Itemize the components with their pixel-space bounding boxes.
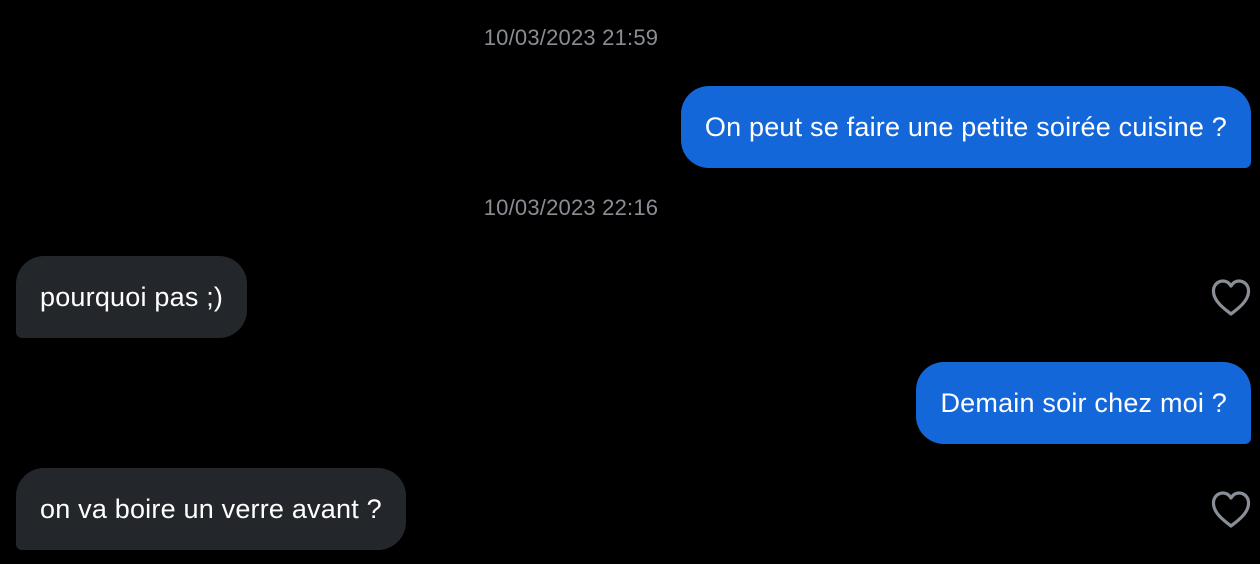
timestamp: 10/03/2023 21:59 (483, 25, 659, 50)
sent-message-bubble[interactable]: On peut se faire une petite soirée cuisi… (680, 86, 1251, 168)
sent-message-bubble[interactable]: Demain soir chez moi ? (916, 362, 1251, 444)
received-message-bubble[interactable]: on va boire un verre avant ? (16, 468, 406, 550)
timestamp: 10/03/2023 22:16 (483, 195, 659, 220)
heart-outline-icon[interactable] (1210, 278, 1252, 318)
received-message-bubble[interactable]: pourquoi pas ;) (16, 256, 248, 338)
heart-outline-icon[interactable] (1210, 490, 1252, 530)
